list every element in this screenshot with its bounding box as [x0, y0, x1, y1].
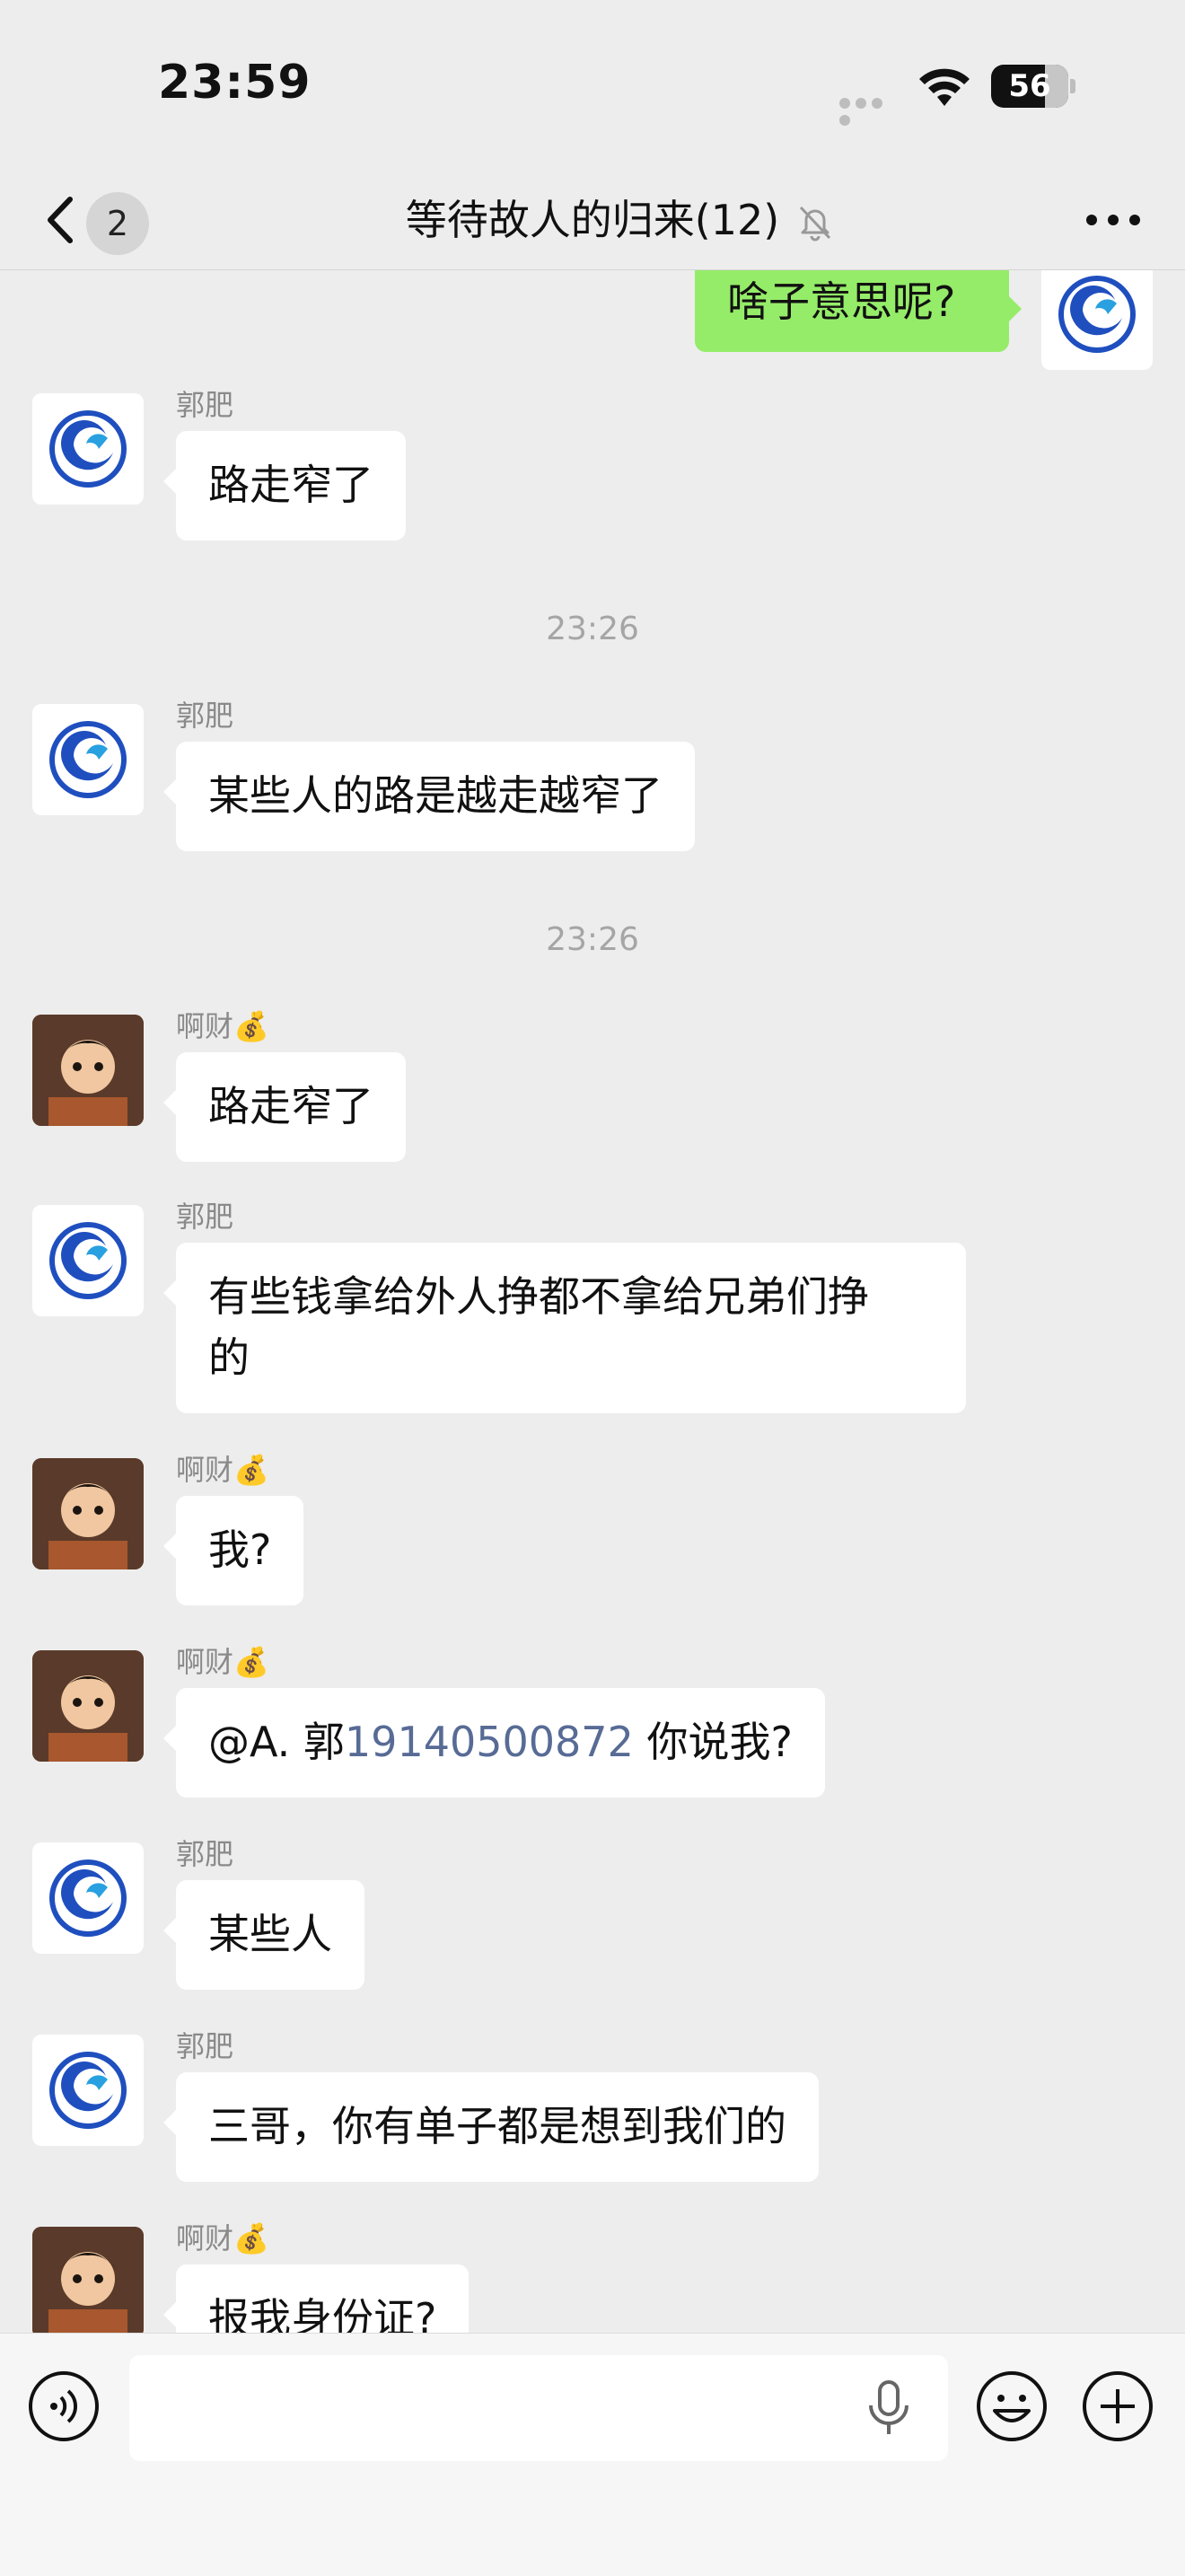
sender-name: 啊财💰: [176, 1645, 269, 1679]
message-bubble[interactable]: 我?: [162, 1496, 304, 1605]
sender-avatar[interactable]: [32, 1205, 144, 1316]
cartoon-boy-avatar-icon: [32, 2227, 144, 2333]
message-text: 某些人的路是越走越窄了: [208, 771, 663, 820]
sender-name: 郭肥: [176, 1200, 234, 1234]
sender-avatar[interactable]: [32, 2035, 144, 2146]
message-input[interactable]: [129, 2355, 948, 2461]
battery-level: 56: [1008, 68, 1051, 104]
my-avatar[interactable]: [1041, 269, 1153, 370]
mic-icon[interactable]: [864, 2378, 914, 2438]
wifi-icon: [919, 68, 970, 106]
sender-name: 郭肥: [176, 2029, 234, 2063]
phoenix-logo-icon: [49, 2052, 127, 2129]
cartoon-boy-avatar-icon: [32, 1015, 144, 1126]
phoenix-logo-icon: [1058, 276, 1136, 353]
sender-avatar[interactable]: [32, 1650, 144, 1762]
input-bar: [0, 2333, 1185, 2576]
message-text: 我?: [208, 1525, 272, 1574]
message-bubble[interactable]: 三哥，你有单子都是想到我们的: [163, 2072, 819, 2182]
message-text-line: 的: [208, 1333, 250, 1382]
message-text: 你说我?: [633, 1718, 793, 1766]
message-bubble[interactable]: 某些人的路是越走越窄了: [163, 742, 695, 851]
message-bubble[interactable]: 某些人: [163, 1880, 364, 1990]
message-text: 某些人: [208, 1910, 332, 1958]
chevron-left-icon[interactable]: [36, 181, 90, 259]
message-bubble[interactable]: 路走窄了: [163, 431, 406, 541]
message-text: 路走窄了: [208, 1082, 373, 1130]
cartoon-boy-avatar-icon: [32, 1650, 144, 1762]
status-time: 23:59: [158, 56, 312, 110]
message-text: 报我身份证?: [208, 2294, 437, 2333]
phoenix-logo-icon: [49, 410, 127, 488]
message-text: 三哥，你有单子都是想到我们的: [208, 2102, 786, 2150]
phone-number-link[interactable]: 19140500872: [345, 1718, 634, 1766]
message-bubble[interactable]: 有些钱拿给外人挣都不拿给兄弟们挣 的: [163, 1243, 966, 1413]
message-text: 啥子意思呢?: [727, 277, 956, 326]
sender-name: 郭肥: [176, 388, 234, 422]
sender-avatar[interactable]: [32, 2227, 144, 2333]
status-bar: 23:59 56: [0, 0, 1185, 171]
sender-name: 啊财💰: [176, 1009, 269, 1043]
unread-count-badge[interactable]: 2: [86, 192, 149, 255]
chat-title: 等待故人的归来(12): [405, 196, 780, 244]
more-icon[interactable]: [1077, 198, 1149, 242]
phoenix-logo-icon: [49, 721, 127, 798]
battery-nub: [1070, 79, 1075, 93]
cellular-signal-icon: [839, 95, 902, 126]
mute-bell-icon: [799, 206, 831, 242]
message-bubble[interactable]: 路走窄了: [163, 1052, 406, 1162]
sender-avatar[interactable]: [32, 393, 144, 505]
sender-name: 啊财💰: [176, 2221, 269, 2255]
phoenix-logo-icon: [49, 1859, 127, 1937]
timestamp: 23:26: [546, 921, 639, 958]
battery-indicator: 56: [991, 65, 1068, 108]
message-list[interactable]: 啥子意思呢? 郭肥 路走窄了 23:26 郭肥 某些人的路是越走越窄了 23:2…: [0, 269, 1185, 2333]
sender-avatar[interactable]: [32, 1015, 144, 1126]
voice-icon[interactable]: [27, 2369, 101, 2443]
plus-icon[interactable]: [1081, 2369, 1154, 2443]
chat-header: 2 等待故人的归来(12): [0, 171, 1185, 270]
sender-avatar[interactable]: [32, 704, 144, 815]
message-text: 路走窄了: [208, 461, 373, 509]
emoji-icon[interactable]: [975, 2369, 1049, 2443]
message-bubble[interactable]: 报我身份证?: [162, 2264, 470, 2333]
cartoon-boy-avatar-icon: [32, 1458, 144, 1569]
sender-name: 啊财💰: [176, 1453, 269, 1487]
phoenix-logo-icon: [49, 1222, 127, 1299]
mention-prefix: @A. 郭: [208, 1718, 345, 1766]
my-message-bubble[interactable]: 啥子意思呢?: [695, 269, 1022, 352]
message-text-line: 有些钱拿给外人挣都不拿给兄弟们挣: [208, 1272, 869, 1321]
message-bubble[interactable]: @A. 郭19140500872 你说我?: [163, 1688, 825, 1798]
sender-avatar[interactable]: [32, 1458, 144, 1569]
sender-name: 郭肥: [176, 699, 234, 733]
sender-name: 郭肥: [176, 1837, 234, 1871]
sender-avatar[interactable]: [32, 1842, 144, 1954]
timestamp: 23:26: [546, 611, 639, 647]
